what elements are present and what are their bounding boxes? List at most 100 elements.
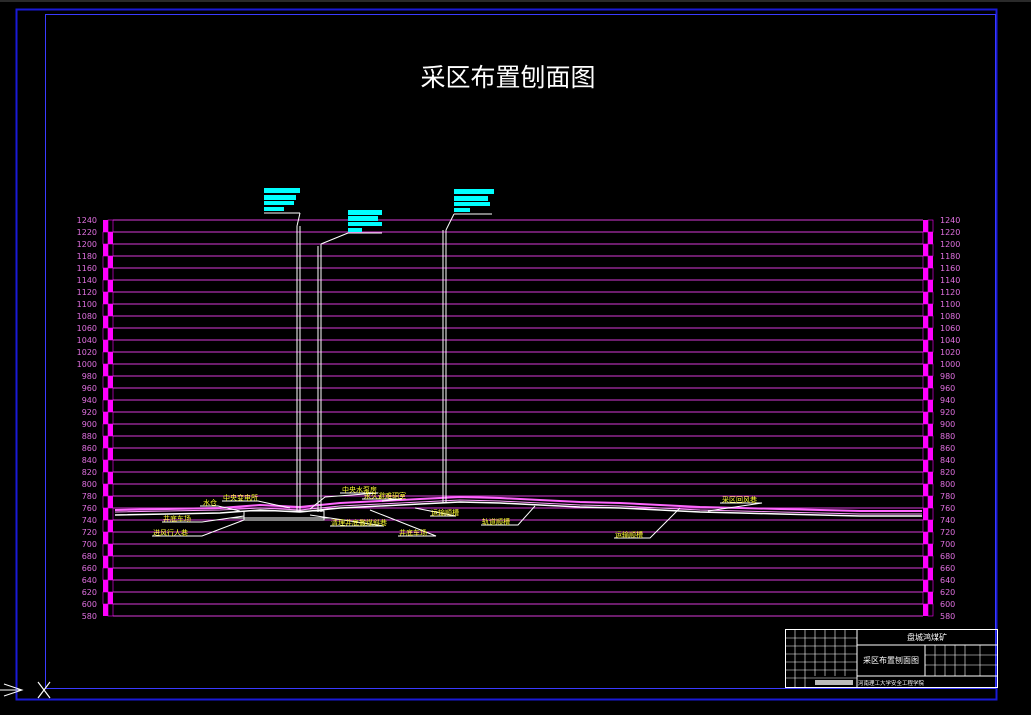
scale-bar-segment bbox=[928, 256, 933, 268]
scale-bar-segment bbox=[108, 280, 113, 292]
scale-bar-segment bbox=[103, 412, 108, 424]
scale-bar-segment bbox=[102, 279, 109, 293]
elevation-label-left: 600 bbox=[82, 600, 97, 609]
elevation-label-left: 660 bbox=[82, 564, 97, 573]
elevation-label-left: 940 bbox=[82, 396, 97, 405]
scale-bar-segment bbox=[107, 363, 114, 377]
elevation-label-left: 840 bbox=[82, 456, 97, 465]
scale-bar-segment bbox=[108, 496, 113, 508]
scale-bar-segment bbox=[927, 579, 934, 593]
scale-bar-segment bbox=[928, 544, 933, 556]
scale-bar-segment bbox=[922, 375, 929, 389]
elevation-label-right: 940 bbox=[940, 396, 955, 405]
scale-bar-segment bbox=[922, 447, 929, 461]
elevation-label-right: 1160 bbox=[940, 264, 960, 273]
scale-bar-segment bbox=[922, 567, 929, 581]
elevation-label-left: 820 bbox=[82, 468, 97, 477]
scale-bar-segment bbox=[107, 267, 114, 281]
elevation-label-right: 720 bbox=[940, 528, 955, 537]
scale-bar-segment bbox=[102, 255, 109, 269]
scale-bar-segment bbox=[103, 556, 108, 568]
scale-bar-segment bbox=[102, 495, 109, 509]
scale-bar-segment bbox=[102, 351, 109, 365]
scale-bar-segment bbox=[107, 387, 114, 401]
scale-bar-segment bbox=[103, 364, 108, 376]
scale-bar-segment bbox=[102, 231, 109, 245]
scale-bar-segment bbox=[108, 352, 113, 364]
scale-bar-segment bbox=[927, 459, 934, 473]
label-qingli-jingdi: 清理井底撒煤斜巷 bbox=[331, 518, 387, 527]
scale-bar-segment bbox=[102, 303, 109, 317]
scale-bar-segment bbox=[102, 327, 109, 341]
elevation-label-right: 900 bbox=[940, 420, 955, 429]
elevation-label-left: 1180 bbox=[77, 252, 97, 261]
scale-bar-segment bbox=[103, 340, 108, 352]
outer-frame bbox=[15, 8, 998, 701]
scale-bar-segment bbox=[923, 220, 928, 232]
elevation-label-left: 760 bbox=[82, 504, 97, 513]
elevation-label-right: 800 bbox=[940, 480, 955, 489]
elevation-label-left: 860 bbox=[82, 444, 97, 453]
scale-bar-segment bbox=[102, 423, 109, 437]
scale-bar-segment bbox=[103, 220, 108, 232]
scale-bar-segment bbox=[102, 591, 109, 605]
elevation-label-left: 700 bbox=[82, 540, 97, 549]
scale-bar-segment bbox=[927, 387, 934, 401]
elevation-label-right: 1020 bbox=[940, 348, 960, 357]
scale-bar-segment bbox=[108, 472, 113, 484]
elevation-label-right: 840 bbox=[940, 456, 955, 465]
scale-bar-segment bbox=[107, 411, 114, 425]
elevation-label-right: 600 bbox=[940, 600, 955, 609]
scale-bar-segment bbox=[107, 315, 114, 329]
elevation-label-right: 860 bbox=[940, 444, 955, 453]
scale-bar-segment bbox=[922, 231, 929, 245]
scale-bar-segment bbox=[107, 483, 114, 497]
cad-drawing-canvas[interactable]: 采区布置刨面图 1240 1220 1200 1180 1160 1140 1120 1100… bbox=[0, 0, 1031, 715]
scale-bar-segment bbox=[108, 592, 113, 604]
scale-bar-segment bbox=[923, 364, 928, 376]
elevation-label-right: 1240 bbox=[940, 216, 960, 225]
elevation-label-right: 1180 bbox=[940, 252, 960, 261]
elevation-label-left: 920 bbox=[82, 408, 97, 417]
label-shuicang: 水仓 bbox=[203, 498, 217, 507]
scale-bar-segment bbox=[107, 435, 114, 449]
scale-bar-segment bbox=[923, 508, 928, 520]
elevation-label-left: 800 bbox=[82, 480, 97, 489]
elevation-label-right: 1220 bbox=[940, 228, 960, 237]
elevation-label-right: 820 bbox=[940, 468, 955, 477]
scale-bar-segment bbox=[108, 232, 113, 244]
scale-bar-segment bbox=[108, 520, 113, 532]
scale-bar-segment bbox=[923, 580, 928, 592]
elevation-label-right: 760 bbox=[940, 504, 955, 513]
elevation-label-right: 1040 bbox=[940, 336, 960, 345]
scale-bar-segment bbox=[922, 279, 929, 293]
scale-bar-segment bbox=[108, 376, 113, 388]
scale-bar-segment bbox=[108, 328, 113, 340]
scale-bar-segment bbox=[922, 327, 929, 341]
scale-bar-segment bbox=[928, 304, 933, 316]
scale-bar-segment bbox=[103, 604, 108, 616]
scale-bar-segment bbox=[927, 483, 934, 497]
callout-ventilation-shaft bbox=[445, 189, 494, 231]
scale-bar-segment bbox=[922, 519, 929, 533]
elevation-label-left: 1200 bbox=[77, 240, 97, 249]
elevation-label-right: 580 bbox=[940, 612, 955, 621]
scale-bar-segment bbox=[108, 544, 113, 556]
label-zhongyang-biandiansuo: 中央变电所 bbox=[223, 493, 258, 502]
elevation-label-right: 1100 bbox=[940, 300, 960, 309]
scale-bar-segment bbox=[922, 591, 929, 605]
scale-bar-segment bbox=[928, 328, 933, 340]
label-yongjiu-bidao-jiqiang: 永久避难硐室 bbox=[364, 491, 406, 500]
scale-bar-segment bbox=[102, 567, 109, 581]
scale-bar-segment bbox=[927, 243, 934, 257]
elevation-label-right: 740 bbox=[940, 516, 955, 525]
scale-bar-segment bbox=[102, 399, 109, 413]
scale-bar-segment bbox=[102, 471, 109, 485]
elevation-label-left: 1160 bbox=[77, 264, 97, 273]
scale-bar-segment bbox=[923, 532, 928, 544]
scale-bar-segment bbox=[103, 388, 108, 400]
scale-bar-segment bbox=[922, 399, 929, 413]
scale-bar-segment bbox=[927, 531, 934, 545]
scale-bar-segment bbox=[928, 568, 933, 580]
scale-bar-segment bbox=[928, 496, 933, 508]
